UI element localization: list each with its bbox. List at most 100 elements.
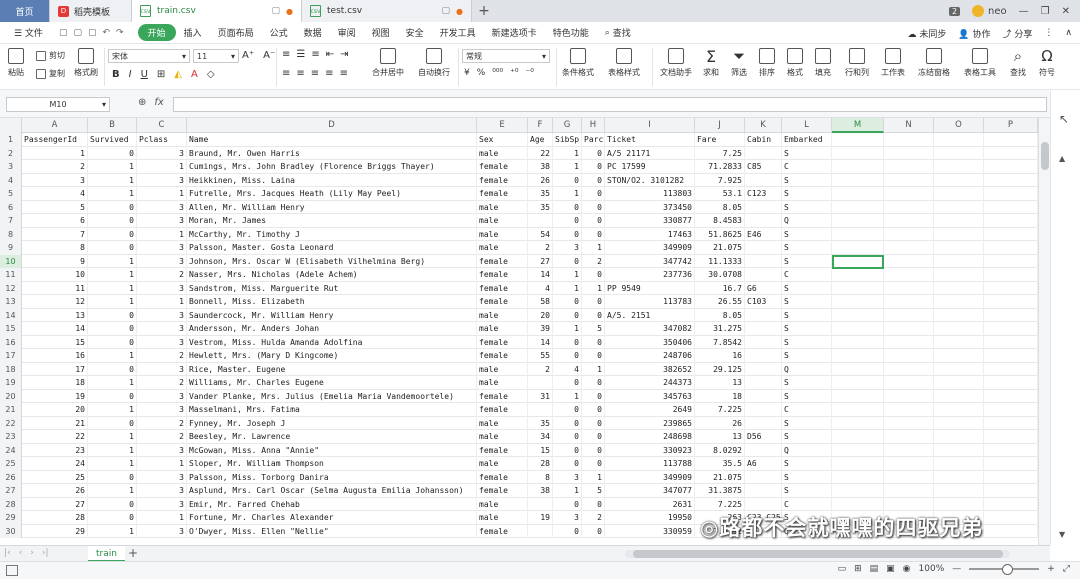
spreadsheet-grid[interactable]: ABCDEFGHIJKLMNOP 1 PassengerId Survived Pcl… xyxy=(0,118,1038,545)
grid-cell[interactable]: 19 xyxy=(22,389,88,403)
grid-cell[interactable]: 18 xyxy=(695,389,745,403)
grid-cell[interactable]: 3 xyxy=(137,214,187,228)
justify-icon[interactable]: ≡ xyxy=(325,68,333,79)
row-number[interactable]: 30 xyxy=(0,524,22,538)
grid-cell[interactable]: 18 xyxy=(22,376,88,390)
grid-cell[interactable]: female xyxy=(477,281,528,295)
row-number[interactable]: 12 xyxy=(0,281,22,295)
grid-cell[interactable]: Rice, Master. Eugene xyxy=(187,362,477,376)
macro-icon[interactable] xyxy=(6,565,18,576)
grid-cell[interactable]: 1 xyxy=(553,281,582,295)
grid-cell[interactable]: Emir, Mr. Farred Chehab xyxy=(187,497,477,511)
row-number[interactable]: 14 xyxy=(0,308,22,322)
grid-cell[interactable]: female xyxy=(477,349,528,363)
bold-button[interactable]: B xyxy=(112,69,120,80)
grid-cell[interactable]: female xyxy=(477,268,528,282)
grid-cell[interactable]: 5 xyxy=(22,200,88,214)
comma-icon[interactable]: ⁰⁰⁰ xyxy=(492,68,503,78)
grid-cell[interactable]: 4 xyxy=(553,362,582,376)
grid-cell[interactable] xyxy=(934,200,984,214)
grid-cell[interactable]: 22 xyxy=(22,430,88,444)
scroll-down-icon[interactable]: ▼ xyxy=(1059,530,1065,539)
grid-cell[interactable]: 31 xyxy=(528,389,553,403)
menu-view[interactable]: 视图 xyxy=(364,26,398,39)
grid-cell[interactable]: 2 xyxy=(137,416,187,430)
grid-cell[interactable]: 15 xyxy=(22,335,88,349)
border-icon[interactable]: ⊞ xyxy=(157,69,165,80)
grid-cell[interactable]: female xyxy=(477,187,528,201)
row-number[interactable]: 18 xyxy=(0,362,22,376)
grid-cell[interactable] xyxy=(934,268,984,282)
grid-cell[interactable]: 0 xyxy=(553,430,582,444)
header-cell[interactable] xyxy=(832,133,884,147)
grid-cell[interactable]: 5 xyxy=(582,322,605,336)
row-number[interactable]: 19 xyxy=(0,376,22,390)
column-header-o[interactable]: O xyxy=(934,118,984,133)
share-button[interactable]: ⤴ 分享 xyxy=(1003,27,1033,40)
grid-cell[interactable]: 14 xyxy=(22,322,88,336)
grid-cell[interactable] xyxy=(984,389,1038,403)
row-number[interactable]: 25 xyxy=(0,457,22,471)
grid-cell[interactable] xyxy=(934,214,984,228)
row-number[interactable]: 28 xyxy=(0,497,22,511)
grid-cell[interactable]: 113783 xyxy=(605,295,695,309)
column-header-g[interactable]: G xyxy=(553,118,582,133)
grid-cell[interactable]: 3 xyxy=(137,146,187,160)
grid-cell[interactable]: 382652 xyxy=(605,362,695,376)
grid-cell[interactable]: 0 xyxy=(582,268,605,282)
grid-cell[interactable]: male xyxy=(477,241,528,255)
grid-cell[interactable]: Palsson, Miss. Torborg Danira xyxy=(187,470,477,484)
grid-cell[interactable]: C123 xyxy=(745,187,782,201)
grid-cell[interactable] xyxy=(934,430,984,444)
grid-cell[interactable]: 3 xyxy=(137,322,187,336)
grid-cell[interactable]: C xyxy=(782,160,832,174)
percent-icon[interactable]: % xyxy=(477,68,486,78)
tab-pin-icon[interactable]: ▢ xyxy=(442,6,451,16)
grid-cell[interactable]: 1 xyxy=(88,254,137,268)
grid-cell[interactable] xyxy=(884,146,934,160)
grid-cell[interactable]: 0 xyxy=(88,416,137,430)
header-cell[interactable]: SibSp xyxy=(553,133,582,147)
grid-cell[interactable]: Bonnell, Miss. Elizabeth xyxy=(187,295,477,309)
clear-format-icon[interactable]: ◇ xyxy=(207,69,215,80)
sync-status-button[interactable]: ☁ 未同步 xyxy=(908,27,947,40)
grid-cell[interactable]: 1 xyxy=(137,295,187,309)
grid-cell[interactable]: Braund, Mr. Owen Harris xyxy=(187,146,477,160)
column-header-h[interactable]: H xyxy=(582,118,605,133)
grid-cell[interactable]: male xyxy=(477,511,528,525)
row-number[interactable]: 1 xyxy=(0,133,22,147)
grid-cell[interactable] xyxy=(832,254,884,268)
grid-cell[interactable]: 4 xyxy=(22,187,88,201)
grid-cell[interactable]: female xyxy=(477,484,528,498)
grid-cell[interactable]: 26 xyxy=(695,416,745,430)
column-header-k[interactable]: K xyxy=(745,118,782,133)
align-middle-icon[interactable]: ☰ xyxy=(296,49,305,60)
grid-cell[interactable] xyxy=(984,173,1038,187)
grid-cell[interactable]: male xyxy=(477,200,528,214)
grid-cell[interactable]: 1 xyxy=(88,457,137,471)
grid-cell[interactable]: S xyxy=(782,349,832,363)
worksheet-button[interactable]: 工作表 xyxy=(881,48,905,78)
grid-cell[interactable]: Cumings, Mrs. John Bradley (Florence Bri… xyxy=(187,160,477,174)
grid-cell[interactable] xyxy=(984,281,1038,295)
grid-cell[interactable]: 15 xyxy=(528,443,553,457)
grid-cell[interactable]: 23 xyxy=(22,443,88,457)
grid-cell[interactable]: 1 xyxy=(553,187,582,201)
grid-cell[interactable]: 373450 xyxy=(605,200,695,214)
zoom-out-button[interactable]: — xyxy=(952,564,961,574)
grid-cell[interactable]: Beesley, Mr. Lawrence xyxy=(187,430,477,444)
grid-cell[interactable]: 31.3875 xyxy=(695,484,745,498)
grid-cell[interactable] xyxy=(832,430,884,444)
grid-cell[interactable]: 1 xyxy=(137,187,187,201)
grid-cell[interactable]: 0 xyxy=(88,511,137,525)
grid-cell[interactable]: PP 9549 xyxy=(605,281,695,295)
grid-cell[interactable]: 3 xyxy=(137,403,187,417)
grid-cell[interactable]: 0 xyxy=(582,335,605,349)
grid-cell[interactable]: S xyxy=(782,335,832,349)
menu-developer[interactable]: 开发工具 xyxy=(432,26,484,39)
row-number[interactable]: 13 xyxy=(0,295,22,309)
font-name-select[interactable]: 宋体 ▾ xyxy=(108,49,190,63)
grid-cell[interactable]: Hewlett, Mrs. (Mary D Kingcome) xyxy=(187,349,477,363)
grid-cell[interactable] xyxy=(984,322,1038,336)
grid-cell[interactable] xyxy=(884,308,934,322)
